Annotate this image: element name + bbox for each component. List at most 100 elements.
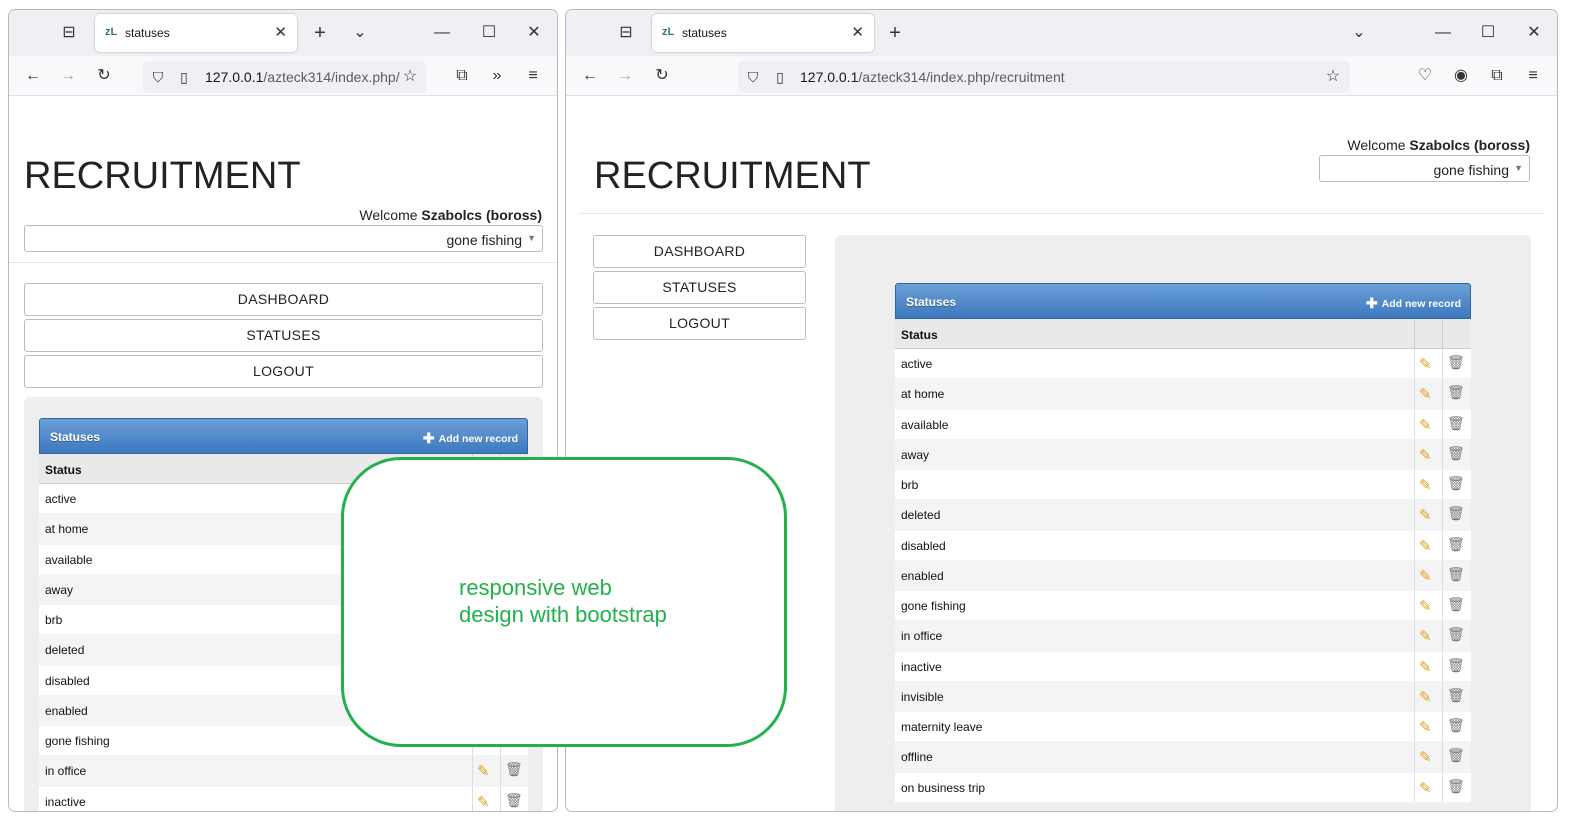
- bookmark-star-icon[interactable]: ☆: [1322, 67, 1344, 87]
- table-row[interactable]: offline ✎ 🗑: [895, 742, 1471, 773]
- nav-logout-button[interactable]: LOGOUT: [24, 355, 543, 388]
- overflow-chevron-icon[interactable]: »: [486, 66, 508, 86]
- table-row[interactable]: in office ✎ 🗑: [39, 756, 528, 787]
- edit-pencil-icon[interactable]: ✎: [477, 762, 490, 780]
- add-record-button[interactable]: ✚ Add new record: [1366, 295, 1461, 312]
- trash-icon[interactable]: 🗑: [1447, 415, 1465, 432]
- edit-pencil-icon[interactable]: ✎: [1419, 567, 1432, 585]
- bookmark-star-icon[interactable]: ☆: [399, 67, 421, 87]
- edit-pencil-icon[interactable]: ✎: [1419, 718, 1432, 736]
- edit-pencil-icon[interactable]: ✎: [1419, 506, 1432, 524]
- status-column-label[interactable]: Status: [45, 463, 82, 477]
- nav-dashboard-button[interactable]: DASHBOARD: [593, 235, 806, 268]
- edit-pencil-icon[interactable]: ✎: [1419, 416, 1432, 434]
- trash-icon[interactable]: 🗑: [505, 792, 523, 809]
- table-row[interactable]: inactive ✎ 🗑: [39, 786, 528, 811]
- url-text[interactable]: 127.0.0.1/azteck314/index.php/: [205, 69, 400, 85]
- trash-icon[interactable]: 🗑: [1447, 536, 1465, 553]
- trash-icon[interactable]: 🗑: [1447, 747, 1465, 764]
- table-row[interactable]: gone fishing ✎ 🗑: [895, 591, 1471, 622]
- trash-icon[interactable]: 🗑: [1447, 717, 1465, 734]
- minimize-icon[interactable]: —: [431, 23, 453, 43]
- tab-statuses[interactable]: zL statuses ✕: [652, 14, 874, 52]
- extensions-icon[interactable]: ⧉: [1486, 66, 1508, 86]
- trash-icon[interactable]: 🗑: [1447, 566, 1465, 583]
- forward-icon[interactable]: →: [57, 66, 79, 86]
- edit-pencil-icon[interactable]: ✎: [1419, 597, 1432, 615]
- status-select[interactable]: gone fishing ▼: [1319, 155, 1530, 182]
- table-row[interactable]: enabled ✎ 🗑: [895, 560, 1471, 591]
- trash-icon[interactable]: 🗑: [1447, 778, 1465, 795]
- tab-manager-icon[interactable]: ⊟: [615, 23, 637, 43]
- trash-icon[interactable]: 🗑: [1447, 445, 1465, 462]
- back-icon[interactable]: ←: [22, 66, 44, 86]
- shield-icon[interactable]: ⛉: [147, 67, 169, 87]
- status-select[interactable]: gone fishing ▼: [24, 225, 543, 252]
- account-icon[interactable]: ◉: [1450, 66, 1472, 86]
- edit-pencil-icon[interactable]: ✎: [1419, 385, 1432, 403]
- trash-icon[interactable]: 🗑: [1447, 354, 1465, 371]
- edit-pencil-icon[interactable]: ✎: [1419, 537, 1432, 555]
- pocket-icon[interactable]: ♡: [1414, 66, 1436, 86]
- table-row[interactable]: inactive ✎ 🗑: [895, 651, 1471, 682]
- forward-icon[interactable]: →: [614, 66, 636, 86]
- table-row[interactable]: brb ✎ 🗑: [895, 470, 1471, 501]
- edit-pencil-icon[interactable]: ✎: [1419, 779, 1432, 797]
- new-tab-icon[interactable]: +: [309, 23, 331, 43]
- trash-icon[interactable]: 🗑: [1447, 626, 1465, 643]
- edit-pencil-icon[interactable]: ✎: [1419, 627, 1432, 645]
- menu-icon[interactable]: ≡: [1522, 66, 1544, 86]
- table-row[interactable]: disabled ✎ 🗑: [895, 530, 1471, 561]
- trash-icon[interactable]: 🗑: [1447, 505, 1465, 522]
- address-bar[interactable]: ⛉ ▯ 127.0.0.1/azteck314/index.php/ ☆: [143, 61, 426, 93]
- maximize-icon[interactable]: ☐: [478, 23, 500, 43]
- table-row[interactable]: in office ✎ 🗑: [895, 621, 1471, 652]
- table-row[interactable]: available ✎ 🗑: [895, 409, 1471, 440]
- nav-logout-button[interactable]: LOGOUT: [593, 307, 806, 340]
- minimize-icon[interactable]: —: [1432, 23, 1454, 43]
- trash-icon[interactable]: 🗑: [1447, 384, 1465, 401]
- table-row[interactable]: active ✎ 🗑: [895, 349, 1471, 380]
- address-bar[interactable]: ⛉ ▯ 127.0.0.1/azteck314/index.php/recrui…: [738, 61, 1350, 93]
- table-row[interactable]: invisible ✎ 🗑: [895, 681, 1471, 712]
- edit-pencil-icon[interactable]: ✎: [1419, 688, 1432, 706]
- table-row[interactable]: deleted ✎ 🗑: [895, 500, 1471, 531]
- edit-pencil-icon[interactable]: ✎: [1419, 476, 1432, 494]
- extensions-icon[interactable]: ⧉: [451, 66, 473, 86]
- table-row[interactable]: away ✎ 🗑: [895, 439, 1471, 470]
- tab-statuses[interactable]: zL statuses ✕: [95, 14, 297, 52]
- reload-icon[interactable]: ↻: [93, 66, 115, 86]
- tab-manager-icon[interactable]: ⊟: [58, 23, 80, 43]
- edit-pencil-icon[interactable]: ✎: [477, 793, 490, 811]
- edit-pencil-icon[interactable]: ✎: [1419, 748, 1432, 766]
- menu-icon[interactable]: ≡: [522, 66, 544, 86]
- shield-icon[interactable]: ⛉: [742, 67, 764, 87]
- trash-icon[interactable]: 🗑: [1447, 687, 1465, 704]
- url-text[interactable]: 127.0.0.1/azteck314/index.php/recruitmen…: [800, 69, 1065, 85]
- reload-icon[interactable]: ↻: [651, 66, 673, 86]
- nav-statuses-button[interactable]: STATUSES: [593, 271, 806, 304]
- close-tab-icon[interactable]: ✕: [274, 23, 287, 41]
- table-row[interactable]: at home ✎ 🗑: [895, 379, 1471, 410]
- tab-list-chevron-icon[interactable]: ⌄: [1348, 23, 1370, 43]
- back-icon[interactable]: ←: [579, 66, 601, 86]
- table-row[interactable]: maternity leave ✎ 🗑: [895, 712, 1471, 743]
- trash-icon[interactable]: 🗑: [1447, 596, 1465, 613]
- new-tab-icon[interactable]: +: [884, 23, 906, 43]
- status-column-label[interactable]: Status: [901, 328, 938, 342]
- maximize-icon[interactable]: ☐: [1477, 23, 1499, 43]
- nav-statuses-button[interactable]: STATUSES: [24, 319, 543, 352]
- trash-icon[interactable]: 🗑: [1447, 475, 1465, 492]
- table-row[interactable]: on business trip ✎ 🗑: [895, 772, 1471, 803]
- edit-pencil-icon[interactable]: ✎: [1419, 355, 1432, 373]
- trash-icon[interactable]: 🗑: [1447, 657, 1465, 674]
- edit-pencil-icon[interactable]: ✎: [1419, 446, 1432, 464]
- trash-icon[interactable]: 🗑: [505, 761, 523, 778]
- nav-dashboard-button[interactable]: DASHBOARD: [24, 283, 543, 316]
- add-record-button[interactable]: ✚ Add new record: [423, 430, 518, 447]
- close-window-icon[interactable]: ✕: [523, 23, 545, 43]
- edit-pencil-icon[interactable]: ✎: [1419, 658, 1432, 676]
- close-window-icon[interactable]: ✕: [1523, 23, 1545, 43]
- tab-list-chevron-icon[interactable]: ⌄: [349, 23, 371, 43]
- close-tab-icon[interactable]: ✕: [851, 23, 864, 41]
